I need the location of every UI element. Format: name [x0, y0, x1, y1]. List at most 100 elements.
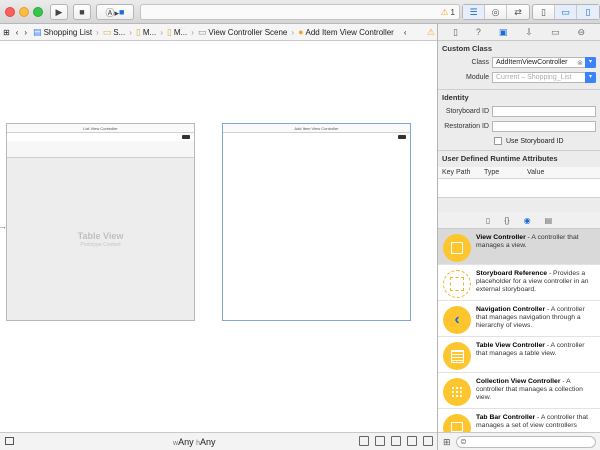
jump-item-storyboard[interactable]: ▯ M... [133, 24, 159, 41]
scheme-selector[interactable]: Ⓐ▸ ■ [96, 4, 134, 20]
storyboard-file-icon: ▯ [166, 26, 172, 37]
table-view-title: Table View [77, 230, 124, 241]
view-toggle-control[interactable]: ▯ ▭ ▯ [532, 4, 600, 20]
jump-item-project[interactable]: ▤ Shopping List [30, 24, 95, 41]
navigation-controller-icon: ‹ [443, 306, 471, 334]
jump-item-scene[interactable]: ▭ View Controller Scene [195, 24, 291, 41]
jump-item-folder[interactable]: ▭ S... [100, 24, 129, 41]
udra-table-header: Key Path Type Value [438, 167, 600, 179]
library-filter-input[interactable]: ⊜ [456, 436, 596, 448]
version-editor-icon[interactable]: ⇄ [507, 5, 529, 19]
table-view[interactable]: Table View Prototype Content [7, 158, 194, 320]
scene-title: List View Controller [7, 124, 194, 133]
utilities-panel: ▯ ? ▣ ⇩ ▭ ⊖ Custom Class Class AddItemVi… [437, 24, 600, 450]
activity-viewer: ⚠ 1 [140, 4, 460, 20]
restoration-id-field[interactable] [492, 121, 596, 132]
warning-icon[interactable]: ⚠ [427, 27, 435, 38]
battery-icon [182, 135, 190, 139]
custom-class-section: Custom Class Class AddItemViewController… [438, 41, 600, 90]
navigator-toggle-icon[interactable]: ▯ [533, 5, 555, 19]
object-library-icon[interactable]: ◉ [524, 216, 531, 225]
storyboard-id-label: Storyboard ID [445, 108, 489, 115]
zoom-window-button[interactable] [33, 7, 43, 17]
resolve-icon[interactable] [407, 436, 417, 446]
related-items-icon[interactable]: ⊞ [0, 24, 13, 41]
connections-inspector-icon[interactable]: ⊖ [577, 27, 585, 38]
storyboard-reference-icon [443, 270, 471, 298]
stack-icon[interactable] [359, 436, 369, 446]
layout-tools [359, 436, 433, 446]
restoration-id-label: Restoration ID [444, 123, 489, 130]
media-library-icon[interactable]: ▤ [545, 216, 553, 225]
object-library-list: View Controller - A controller that mana… [438, 229, 600, 441]
project-icon: ▤ [33, 26, 42, 37]
udra-section: User Defined Runtime Attributes [438, 151, 600, 167]
debug-area-toggle-icon[interactable]: ▭ [555, 5, 577, 19]
canvas-bottom-bar: wAny hAny [0, 432, 437, 450]
library-tabs: ▯ {} ◉ ▤ [438, 212, 600, 229]
warning-indicator[interactable]: ⚠ 1 [440, 7, 455, 18]
scene-title: Add Item View Controller [223, 124, 410, 133]
code-snippet-library-icon[interactable]: {} [504, 216, 509, 225]
add-item-view-controller-scene[interactable]: Add Item View Controller [222, 123, 411, 321]
battery-icon [398, 135, 406, 139]
forward-arrow-icon[interactable]: › [21, 24, 30, 41]
device-icon: ■ [119, 7, 125, 17]
identity-section: Identity Storyboard ID Restoration ID Us… [438, 90, 600, 151]
document-outline-toggle-icon[interactable] [5, 437, 14, 445]
inspector-tabs: ▯ ? ▣ ⇩ ▭ ⊖ [438, 24, 600, 41]
section-title: User Defined Runtime Attributes [442, 154, 558, 163]
run-button[interactable]: ▶ [50, 4, 68, 20]
warning-icon: ⚠ [440, 7, 449, 17]
assistant-editor-icon[interactable]: ◎ [485, 5, 507, 19]
close-window-button[interactable] [5, 7, 15, 17]
minimize-window-button[interactable] [19, 7, 29, 17]
size-inspector-icon[interactable]: ▭ [551, 27, 560, 38]
attributes-inspector-icon[interactable]: ⇩ [525, 27, 533, 38]
size-class-control[interactable]: wAny hAny [173, 437, 216, 447]
module-label: Module [466, 74, 489, 81]
section-title: Identity [442, 93, 469, 102]
class-field[interactable]: AddItemViewController ⊗ ▾ [492, 57, 596, 68]
class-label: Class [471, 59, 489, 66]
stop-button[interactable]: ■ [73, 4, 91, 20]
identity-inspector-icon[interactable]: ▣ [499, 27, 508, 38]
list-item[interactable]: Collection View Controller - A controlle… [438, 373, 600, 409]
align-icon[interactable] [375, 436, 385, 446]
list-item[interactable]: ‹ Navigation Controller - A controller t… [438, 301, 600, 337]
collection-view-controller-icon [443, 378, 471, 406]
checkbox-icon[interactable] [494, 137, 502, 145]
standard-editor-icon[interactable]: ☰ [463, 5, 485, 19]
resizing-icon[interactable] [423, 436, 433, 446]
jump-item-storyboard-base[interactable]: ▯ M... [164, 24, 190, 41]
warning-count: 1 [450, 8, 455, 17]
storyboard-file-icon: ▯ [135, 26, 141, 37]
navigation-bar[interactable] [7, 141, 194, 158]
chevron-down-icon[interactable]: ▾ [585, 57, 596, 68]
app-icon: Ⓐ▸ [105, 7, 120, 18]
file-template-library-icon[interactable]: ▯ [486, 216, 490, 225]
jump-bar: ⊞ ‹ › ▤ Shopping List › ▭ S... › ▯ M... › ▯… [0, 24, 437, 41]
udra-table[interactable] [438, 179, 600, 198]
storyboard-canvas[interactable]: → List View Controller Table View Protot… [0, 41, 437, 432]
quick-help-icon[interactable]: ? [476, 27, 481, 37]
back-arrow-icon[interactable]: ‹ [13, 24, 22, 41]
pin-icon[interactable] [391, 436, 401, 446]
list-item[interactable]: Storyboard Reference - Provides a placeh… [438, 265, 600, 301]
utilities-toggle-icon[interactable]: ▯ [577, 5, 599, 19]
module-field[interactable]: Current – Shopping_List ▾ [492, 72, 596, 83]
grid-view-icon[interactable]: ⊞ [443, 437, 451, 448]
storyboard-id-field[interactable] [492, 106, 596, 117]
clear-icon[interactable]: ⊗ [577, 59, 583, 67]
file-inspector-icon[interactable]: ▯ [453, 27, 458, 38]
jump-item-view-controller[interactable]: ● Add Item View Controller [295, 24, 397, 41]
use-storyboard-id-checkbox[interactable]: Use Storyboard ID [494, 135, 596, 147]
issue-back-icon[interactable]: ‹ [401, 24, 410, 41]
list-item[interactable]: View Controller - A controller that mana… [438, 229, 600, 265]
table-view-subtitle: Prototype Content [80, 241, 121, 248]
editor-mode-control[interactable]: ☰ ◎ ⇄ [462, 4, 530, 20]
scene-icon: ▭ [197, 26, 207, 37]
list-view-controller-scene[interactable]: List View Controller Table View Prototyp… [6, 123, 195, 321]
chevron-down-icon[interactable]: ▾ [585, 72, 596, 83]
list-item[interactable]: Table View Controller - A controller tha… [438, 337, 600, 373]
